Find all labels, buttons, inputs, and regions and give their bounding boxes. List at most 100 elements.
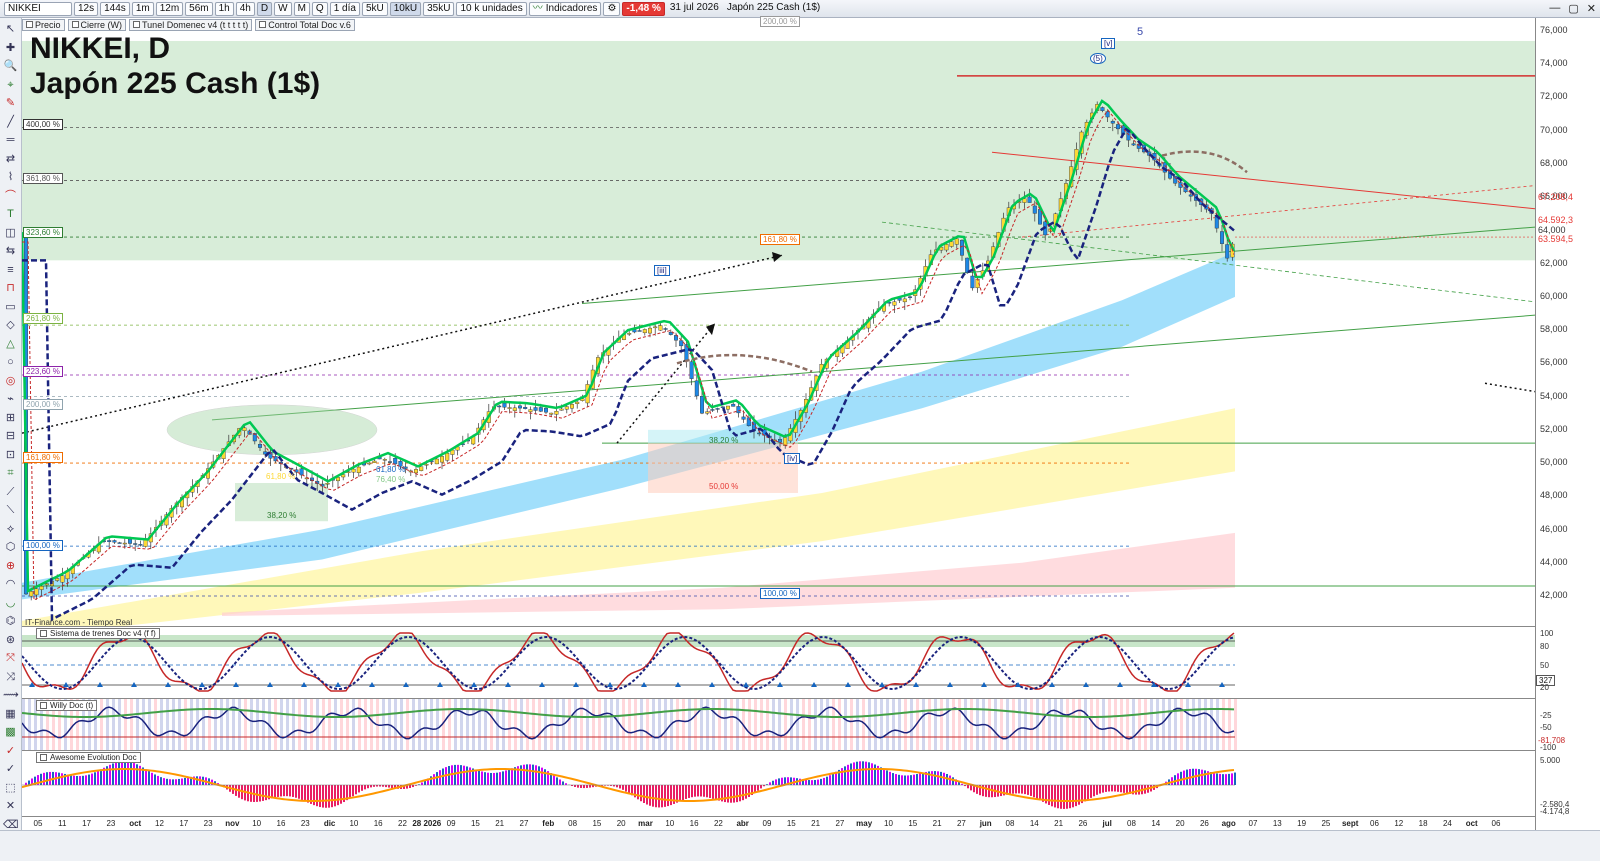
minimize-icon[interactable]: — <box>1549 2 1560 15</box>
timeframe-4h[interactable]: 4h <box>235 1 255 16</box>
willy-bar <box>574 699 577 750</box>
tool-icon-9[interactable]: ⌒ <box>3 189 18 203</box>
timeframe-12s[interactable]: 12s <box>74 1 99 16</box>
willy-title[interactable]: Willy Doc (t) <box>36 700 98 711</box>
overlay-checkbox[interactable] <box>259 21 267 28</box>
willy-pane[interactable] <box>22 698 1535 750</box>
tool-icon-27[interactable]: ⟡ <box>3 522 18 536</box>
tool-icon-37[interactable]: ▦ <box>3 707 18 721</box>
tool-icon-3[interactable]: ⌖ <box>3 78 18 92</box>
overlay-1[interactable]: Cierre (W) <box>67 18 127 31</box>
tool-icon-14[interactable]: ⊓ <box>3 281 18 295</box>
awesome-title[interactable]: Awesome Evolution Doc <box>36 752 141 763</box>
candle-body <box>367 462 372 465</box>
tool-icon-17[interactable]: △ <box>3 337 18 351</box>
timeframe-56m[interactable]: 56m <box>185 1 213 16</box>
maximize-icon[interactable]: ▢ <box>1568 2 1578 15</box>
overlay-checkbox[interactable] <box>133 21 141 28</box>
tool-icon-20[interactable]: ⌁ <box>3 392 18 406</box>
tool-icon-21[interactable]: ⊞ <box>3 411 18 425</box>
tool-icon-41[interactable]: ⬚ <box>3 781 18 795</box>
tool-icon-19[interactable]: ◎ <box>3 374 18 388</box>
tool-icon-13[interactable]: ≡ <box>3 263 18 277</box>
tool-icon-35[interactable]: ⤨ <box>3 670 18 684</box>
tool-icon-5[interactable]: ╱ <box>3 115 18 129</box>
tool-icon-16[interactable]: ◇ <box>3 318 18 332</box>
tool-icon-1[interactable]: ✚ <box>3 41 18 55</box>
tool-icon-25[interactable]: ⟋ <box>3 485 18 499</box>
tool-icon-26[interactable]: ⟍ <box>3 503 18 517</box>
tool-icon-42[interactable]: ✕ <box>3 799 18 813</box>
price-axis[interactable]: 76,00074,00072,00070,00068,00066,00064,0… <box>1535 18 1600 861</box>
units-35ku[interactable]: 35kU <box>423 1 455 16</box>
awesome-bar <box>283 785 285 797</box>
units-10ku[interactable]: 10kU <box>389 1 422 16</box>
tool-icon-22[interactable]: ⊟ <box>3 429 18 443</box>
units-dropdown[interactable]: 10 k unidades <box>456 1 527 16</box>
tool-icon-28[interactable]: ⬡ <box>3 540 18 554</box>
timeframe-1h[interactable]: 1h <box>214 1 234 16</box>
symbol-input[interactable]: NIKKEI <box>4 1 72 16</box>
timeframe-q[interactable]: Q <box>311 1 328 16</box>
tool-icon-15[interactable]: ▭ <box>3 300 18 314</box>
tool-icon-32[interactable]: ⌬ <box>3 614 18 628</box>
overlay-checkbox[interactable] <box>71 21 79 28</box>
overlay-0[interactable]: Precio <box>22 18 65 31</box>
tool-icon-24[interactable]: ⌗ <box>3 466 18 480</box>
timeframe-12m[interactable]: 12m <box>155 1 184 16</box>
awesome-bar <box>25 782 27 785</box>
tool-icon-11[interactable]: ◫ <box>3 226 18 240</box>
tool-icon-18[interactable]: ○ <box>3 355 18 369</box>
timeframe-1m[interactable]: 1m <box>131 1 154 16</box>
tool-icon-4[interactable]: ✎ <box>3 96 18 110</box>
willy-bar <box>280 699 283 750</box>
tool-icon-33[interactable]: ⊛ <box>3 633 18 647</box>
tool-icon-0[interactable]: ↖ <box>3 22 18 36</box>
timeframe-144s[interactable]: 144s <box>100 1 130 16</box>
trenes-checkbox[interactable] <box>40 630 47 637</box>
tool-icon-31[interactable]: ◡ <box>3 596 18 610</box>
awesome-checkbox[interactable] <box>40 754 47 761</box>
overlay-2[interactable]: Tunel Domenec v4 (t t t t t) <box>129 18 253 31</box>
willy-bar <box>532 699 535 750</box>
tool-icon-10[interactable]: T <box>3 207 18 221</box>
close-icon[interactable]: ✕ <box>1587 2 1596 15</box>
trenes-title[interactable]: Sistema de trenes Doc v4 (f f) <box>36 628 160 639</box>
time-axis[interactable]: 05 11 17 23 oct 12 17 23 nov 10 16 23 dic 10 16 22 28 20… <box>22 816 1535 830</box>
x-tick-24: 20 <box>616 819 626 828</box>
timeframe-w[interactable]: W <box>274 1 292 16</box>
tool-icon-36[interactable]: ⟿ <box>3 688 19 702</box>
candle-body <box>653 326 658 329</box>
tool-icon-7[interactable]: ⇄ <box>3 152 18 166</box>
tool-icon-38[interactable]: ▩ <box>3 725 18 739</box>
tool-icon-12[interactable]: ⇆ <box>3 244 18 258</box>
price-tick-12: 52,000 <box>1540 423 1568 434</box>
tool-icon-6[interactable]: ═ <box>3 133 18 147</box>
awesome-pane[interactable] <box>22 750 1535 816</box>
overlay-3[interactable]: Control Total Doc v.6 <box>255 18 355 31</box>
tool-icon-34[interactable]: ⤧ <box>3 651 18 665</box>
willy-bar <box>310 699 313 750</box>
awesome-bar <box>1213 772 1215 785</box>
price-chart[interactable] <box>22 31 1535 626</box>
period-select[interactable]: 1 día <box>329 1 360 16</box>
overlay-checkbox[interactable] <box>26 21 33 28</box>
tool-icon-23[interactable]: ⊡ <box>3 448 18 462</box>
indicators-button[interactable]: 〰 Indicadores <box>528 1 602 16</box>
tool-icon-39[interactable]: ✓ <box>3 744 18 758</box>
timeframe-m[interactable]: M <box>293 1 310 16</box>
awesome-bar <box>1087 785 1089 800</box>
tool-icon-29[interactable]: ⊕ <box>3 559 18 573</box>
settings-icon[interactable]: ⚙ <box>603 1 621 16</box>
tool-icon-30[interactable]: ◠ <box>3 577 18 591</box>
candle-body <box>892 301 897 306</box>
tool-icon-2[interactable]: 🔍 <box>3 59 18 73</box>
awesome-bar <box>826 776 828 785</box>
timeframe-d[interactable]: D <box>256 1 273 16</box>
trenes-pane[interactable] <box>22 626 1535 698</box>
awesome-bar <box>391 785 393 789</box>
willy-checkbox[interactable] <box>40 702 47 709</box>
tool-icon-8[interactable]: ⌇ <box>3 170 18 184</box>
units-5ku[interactable]: 5kU <box>361 1 388 16</box>
tool-icon-40[interactable]: ✓ <box>3 762 18 776</box>
